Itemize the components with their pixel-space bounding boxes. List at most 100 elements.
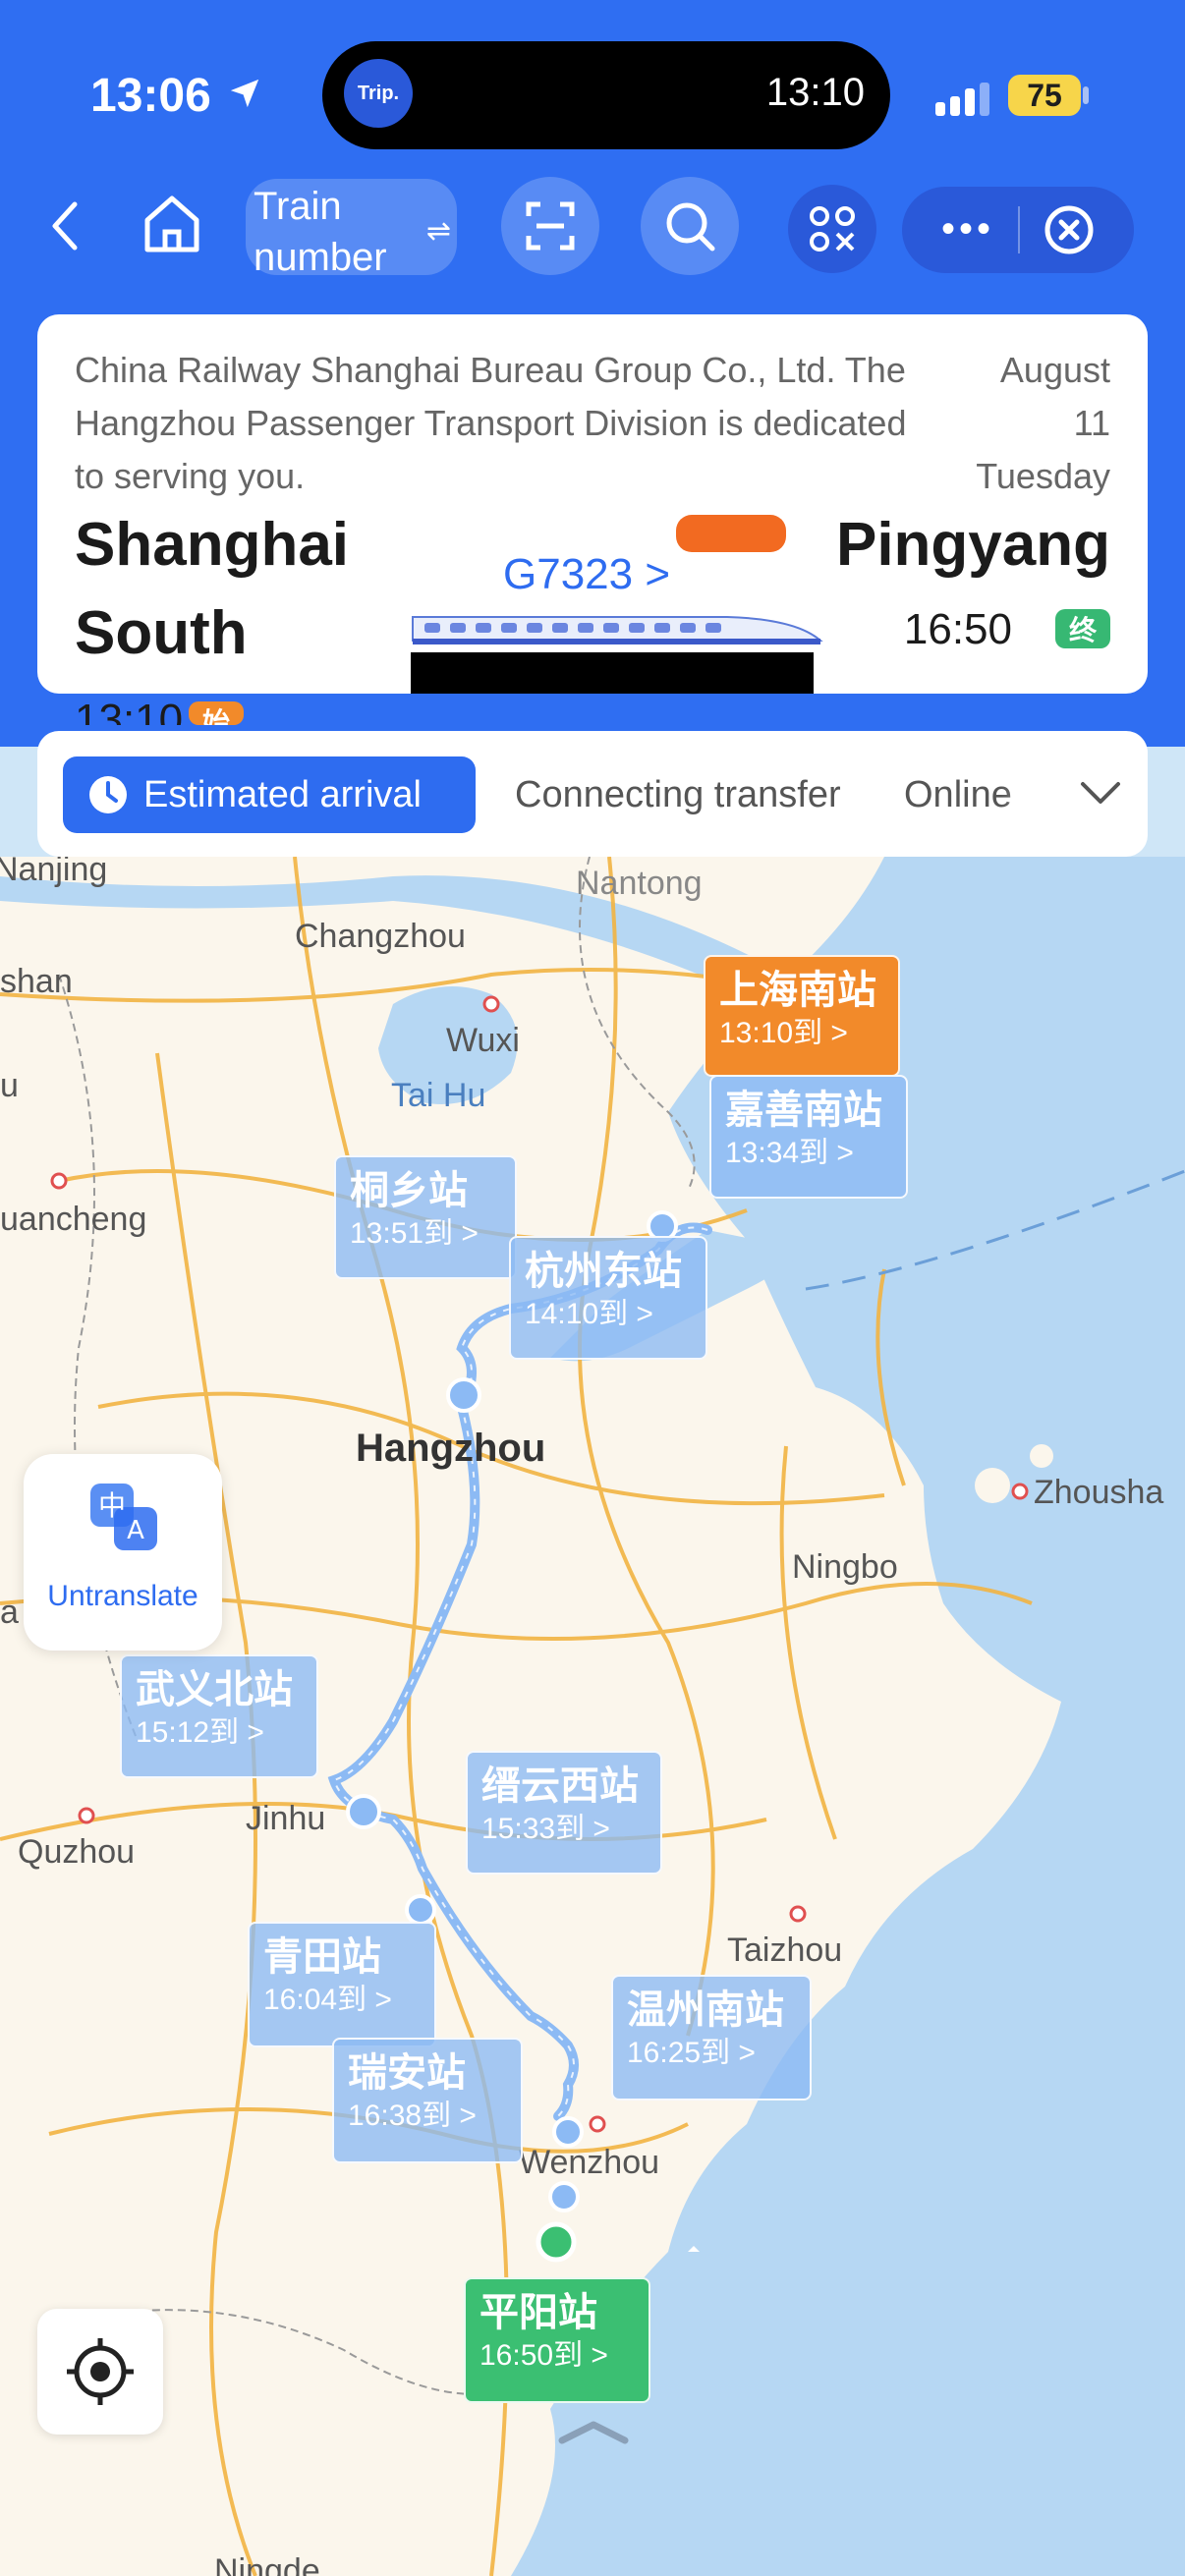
close-icon[interactable] [1042,202,1097,257]
train-number: G7323 [503,550,634,598]
route-map[interactable]: Nanjing Nantong Changzhou shan u Wuxi Ta… [0,857,1185,2576]
station-name: 温州南站 [627,1988,784,2032]
destination-station: Pingyang [835,511,1110,579]
arrival-time: 16:50 [903,605,1012,653]
station-callout[interactable]: 瑞安站 16:38到 > [332,2038,523,2163]
station-time: 13:34到 > [725,1137,854,1169]
map-label-a: a [0,1594,19,1631]
dynamic-island: Trip. 13:10 [322,41,890,149]
mini-program-icon [810,206,855,252]
tab-fade [1000,731,1079,857]
battery-tip [1083,86,1089,104]
svg-text:A: A [127,1516,144,1545]
station-name: 缙云西站 [481,1764,639,1808]
map-label-taihu: Tai Hu [391,1077,486,1114]
tab-bar: Estimated arrival Connecting transfer On… [37,731,1148,857]
train-tracking-screen: 13:06 Trip. 13:10 75 Train number ⇌ ••• … [0,0,1185,2576]
station-name: 瑞安站 [348,2051,466,2095]
station-time: 13:10到 > [719,1017,848,1049]
station-time: 16:04到 > [263,1984,392,2016]
map-label-taizhou: Taizhou [727,1932,843,1969]
map-label-wuxi: Wuxi [446,1022,520,1059]
station-callout[interactable]: 缙云西站 15:33到 > [466,1751,662,1875]
station-time: 15:12到 > [136,1716,264,1749]
date-month: August [999,350,1110,390]
station-callout[interactable]: 桐乡站 13:51到 > [334,1155,517,1279]
map-label-jinhu: Jinhu [246,1800,326,1837]
origin-station: Shanghai South [75,511,350,667]
station-time: 16:38到 > [348,2100,477,2132]
map-label-nanjing: Nanjing [0,857,108,888]
station-name: 上海南站 [719,969,876,1012]
location-arrow-icon [230,79,259,108]
capsule-divider [1018,206,1020,253]
terminal-tag: 终 [1055,609,1110,648]
search-button[interactable] [641,177,739,275]
tab-estimated-arrival-label: Estimated arrival [143,773,422,815]
home-icon[interactable] [138,189,206,257]
station-callout[interactable]: 杭州东站 14:10到 > [509,1236,707,1360]
station-callout[interactable]: 嘉善南站 13:34到 > [709,1075,908,1199]
travel-date: August 11 Tuesday [894,344,1110,503]
train-info-card: China Railway Shanghai Bureau Group Co.,… [37,314,1148,694]
tab-estimated-arrival[interactable]: Estimated arrival [63,756,476,833]
svg-text:中: 中 [98,1489,126,1522]
map-label-changzhou: Changzhou [295,918,466,955]
map-label-quzhou: Quzhou [18,1833,136,1871]
map-label-nantong: Nantong [576,865,703,902]
more-button[interactable]: ••• [941,209,994,249]
tab-connecting-transfer[interactable]: Connecting transfer [515,774,841,816]
battery-indicator: 75 [1008,75,1081,116]
station-time: 15:33到 > [481,1813,610,1845]
chevron-right-icon: > [645,550,671,598]
drag-handle-icon[interactable] [556,2417,631,2446]
locate-button[interactable] [37,2309,163,2435]
date-weekday: Tuesday [976,456,1110,496]
map-label-ningde: Ningde [214,2552,320,2576]
map-label-shan: shan [0,963,73,1000]
scan-button[interactable] [501,177,599,275]
station-name: 平阳站 [480,2291,597,2334]
map-label-u: u [0,1067,19,1104]
station-time: 13:51到 > [350,1217,479,1250]
station-name: 杭州东站 [525,1250,682,1293]
scan-icon [526,201,575,251]
mini-program-button[interactable] [788,185,876,273]
map-label-zhousha: Zhousha [1034,1474,1164,1511]
map-label-wenzhou: Wenzhou [519,2144,660,2181]
station-time: 14:10到 > [525,1298,653,1330]
redacted-block [411,652,814,694]
map-label-hangzhou: Hangzhou [356,1427,546,1470]
station-name: 青田站 [263,1935,381,1979]
signal-icon [935,83,994,116]
train-number-link[interactable]: G7323 > [503,550,670,599]
redacted-mark [676,515,786,552]
station-name: 桐乡站 [350,1169,468,1212]
station-time: 16:50到 > [480,2339,608,2372]
tab-online[interactable]: Online [904,774,1012,816]
nav-bar: Train number ⇌ ••• [0,167,1185,285]
untranslate-button[interactable]: 中 A Untranslate [24,1454,222,1651]
map-label-uancheng: uancheng [0,1201,147,1238]
station-callout[interactable]: 青田站 16:04到 > [248,1922,436,2047]
back-icon[interactable] [41,196,90,255]
high-speed-train-icon [412,616,823,644]
station-time: 16:25到 > [627,2037,756,2069]
train-number-label: Train number [254,185,387,279]
trip-app-icon: Trip. [344,59,413,128]
chevron-down-icon[interactable] [1079,774,1122,813]
station-callout[interactable]: 上海南站 13:10到 > [704,955,900,1077]
untranslate-label: Untranslate [47,1580,198,1612]
clock-icon [89,776,127,813]
station-callout[interactable]: 平阳站 16:50到 > [464,2277,650,2403]
station-callout[interactable]: 武义北站 15:12到 > [120,1654,318,1778]
map-label-ningbo: Ningbo [792,1548,898,1586]
departure-time: 13:10 [75,696,184,725]
menu-capsule: ••• [902,187,1134,273]
station-name: 武义北站 [136,1668,293,1711]
start-tag: 始 [189,701,244,725]
translate-icon: 中 A [90,1484,157,1550]
train-number-switch[interactable]: Train number ⇌ [246,179,457,279]
station-callout[interactable]: 温州南站 16:25到 > [611,1975,812,2100]
search-icon [666,202,715,252]
